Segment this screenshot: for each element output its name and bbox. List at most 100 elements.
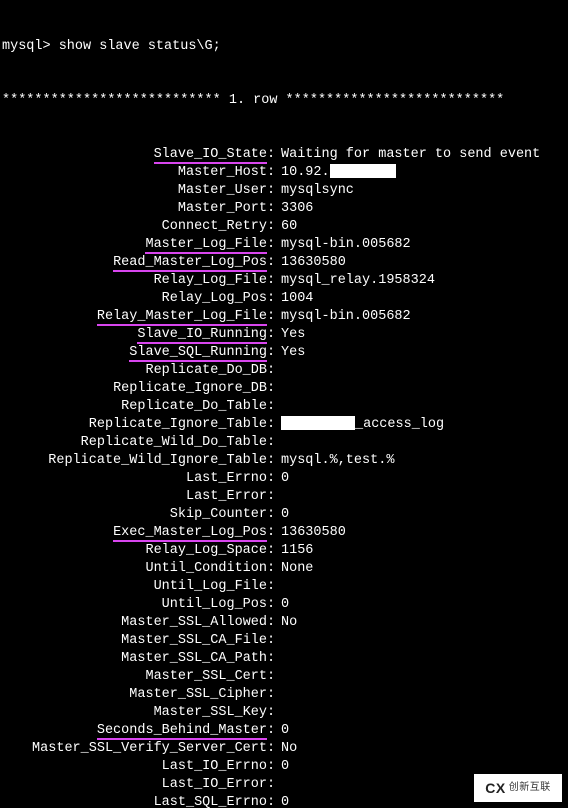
colon: :: [267, 380, 277, 398]
status-label: Exec_Master_Log_Pos: [2, 524, 267, 542]
status-row: Last_Errno:0: [2, 470, 566, 488]
status-value: 0: [277, 722, 289, 740]
status-label: Master_SSL_Allowed: [2, 614, 267, 632]
status-value: 0: [277, 470, 289, 488]
colon: :: [267, 164, 277, 182]
status-label: Replicate_Ignore_Table: [2, 416, 267, 434]
colon: :: [267, 578, 277, 596]
status-row: Replicate_Ignore_Table:_access_log: [2, 416, 566, 434]
status-value: Yes: [277, 326, 305, 344]
colon: :: [267, 326, 277, 344]
status-label: Replicate_Wild_Ignore_Table: [2, 452, 267, 470]
status-value: mysql.%,test.%: [277, 452, 394, 470]
status-label: Relay_Log_Pos: [2, 290, 267, 308]
status-label: Read_Master_Log_Pos: [2, 254, 267, 272]
status-row: Exec_Master_Log_Pos:13630580: [2, 524, 566, 542]
status-value: 1004: [277, 290, 313, 308]
colon: :: [267, 452, 277, 470]
colon: :: [267, 272, 277, 290]
status-label: Master_SSL_CA_File: [2, 632, 267, 650]
colon: :: [267, 344, 277, 362]
colon: :: [267, 398, 277, 416]
status-label: Skip_Counter: [2, 506, 267, 524]
status-label: Master_SSL_Verify_Server_Cert: [2, 740, 267, 758]
status-value: None: [277, 560, 313, 578]
status-label: Last_IO_Error: [2, 776, 267, 794]
status-row: Master_SSL_CA_File:: [2, 632, 566, 650]
colon: :: [267, 218, 277, 236]
status-label: Seconds_Behind_Master: [2, 722, 267, 740]
status-row: Replicate_Do_DB:: [2, 362, 566, 380]
watermark-cx: CX: [485, 779, 505, 797]
status-row: Slave_IO_Running:Yes: [2, 326, 566, 344]
status-value: [277, 488, 281, 506]
status-row: Until_Log_Pos:0: [2, 596, 566, 614]
status-value: 10.92.: [277, 164, 396, 182]
status-label: Master_Log_File: [2, 236, 267, 254]
status-label: Master_Port: [2, 200, 267, 218]
colon: :: [267, 254, 277, 272]
colon: :: [267, 614, 277, 632]
status-row: Seconds_Behind_Master:0: [2, 722, 566, 740]
status-label: Replicate_Wild_Do_Table: [2, 434, 267, 452]
status-row: Master_Port:3306: [2, 200, 566, 218]
status-value: 13630580: [277, 254, 346, 272]
status-row: Master_SSL_Allowed:No: [2, 614, 566, 632]
colon: :: [267, 434, 277, 452]
colon: :: [267, 146, 277, 164]
status-value: [277, 398, 281, 416]
status-value: _access_log: [277, 416, 444, 434]
status-label: Connect_Retry: [2, 218, 267, 236]
colon: :: [267, 200, 277, 218]
row-header: *************************** 1. row *****…: [2, 92, 566, 110]
status-row: Master_Log_File:mysql-bin.005682: [2, 236, 566, 254]
status-row: Master_SSL_Cert:: [2, 668, 566, 686]
watermark-text: 创新互联: [509, 779, 551, 797]
status-label: Master_SSL_Cipher: [2, 686, 267, 704]
colon: :: [267, 542, 277, 560]
status-row: Slave_IO_State:Waiting for master to sen…: [2, 146, 566, 164]
status-row: Last_Error:: [2, 488, 566, 506]
status-value: [277, 434, 281, 452]
status-value: Waiting for master to send event: [277, 146, 540, 164]
redacted-block: [281, 416, 355, 430]
status-value: [277, 650, 281, 668]
status-label: Until_Log_Pos: [2, 596, 267, 614]
status-label: Master_SSL_Key: [2, 704, 267, 722]
prompt-line: mysql> show slave status\G;: [2, 38, 566, 56]
status-label: Relay_Log_Space: [2, 542, 267, 560]
colon: :: [267, 650, 277, 668]
status-label: Last_SQL_Errno: [2, 794, 267, 808]
status-row: Relay_Log_File:mysql_relay.1958324: [2, 272, 566, 290]
status-label: Master_SSL_Cert: [2, 668, 267, 686]
status-value: 0: [277, 506, 289, 524]
colon: :: [267, 182, 277, 200]
status-row: Master_Host:10.92.: [2, 164, 566, 182]
status-row: Until_Condition:None: [2, 560, 566, 578]
status-label: Last_Error: [2, 488, 267, 506]
colon: :: [267, 308, 277, 326]
status-value: 0: [277, 596, 289, 614]
colon: :: [267, 704, 277, 722]
colon: :: [267, 776, 277, 794]
status-row: Replicate_Wild_Ignore_Table:mysql.%,test…: [2, 452, 566, 470]
status-row: Connect_Retry:60: [2, 218, 566, 236]
status-label: Last_IO_Errno: [2, 758, 267, 776]
status-row: Until_Log_File:: [2, 578, 566, 596]
colon: :: [267, 632, 277, 650]
status-row: Master_User:mysqlsync: [2, 182, 566, 200]
watermark-logo: CX 创新互联: [474, 774, 562, 802]
status-value: [277, 632, 281, 650]
status-label: Last_Errno: [2, 470, 267, 488]
status-value: [277, 362, 281, 380]
colon: :: [267, 506, 277, 524]
status-row: Master_SSL_Key:: [2, 704, 566, 722]
status-row: Replicate_Wild_Do_Table:: [2, 434, 566, 452]
status-value: No: [277, 614, 297, 632]
status-value: Yes: [277, 344, 305, 362]
colon: :: [267, 668, 277, 686]
colon: :: [267, 488, 277, 506]
colon: :: [267, 758, 277, 776]
status-label: Replicate_Do_DB: [2, 362, 267, 380]
status-row: Relay_Log_Space:1156: [2, 542, 566, 560]
